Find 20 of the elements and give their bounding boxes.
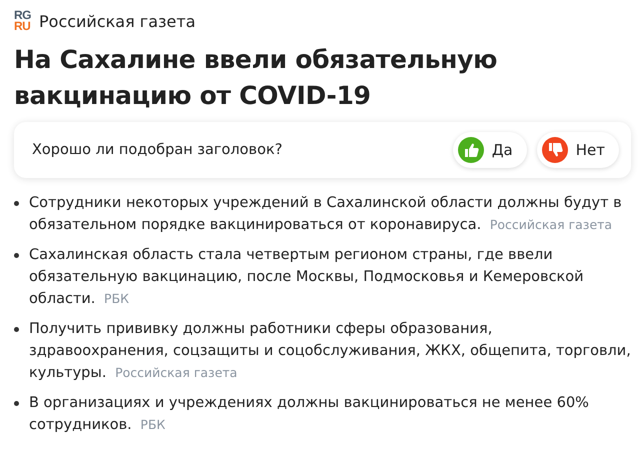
headline: На Сахалине ввели обязательную вакцинацию от COVID-19 bbox=[14, 44, 498, 112]
source-link[interactable]: РБК bbox=[140, 417, 166, 432]
yes-button[interactable]: Да bbox=[452, 132, 527, 168]
summary-text: Получить прививку должны работники сферы образования, здравоохранения, соцзащиты и соцобслуживания, ЖКХ, общепита, торговли, культуры. Российская газета bbox=[29, 320, 631, 383]
feedback-question: Хорошо ли подобран заголовок? bbox=[32, 142, 282, 158]
source-name: Российская газета bbox=[39, 12, 196, 30]
bullet-icon bbox=[14, 401, 19, 406]
source-link[interactable]: РБК bbox=[104, 291, 130, 306]
thumbs-down-icon bbox=[542, 137, 568, 163]
summary-text: В организациях и учреждениях должны вакцинироваться не менее 60% сотрудников. РБК bbox=[29, 394, 590, 435]
bullet-icon bbox=[14, 327, 19, 332]
bullet-icon bbox=[14, 201, 19, 206]
source-link[interactable]: Российская газета bbox=[490, 217, 612, 232]
summary-text: Сахалинская область стала четвертым регионом страны, где ввели обязательную вакцинацию, после Москвы, Подмосковья и Кемеровской области. РБК bbox=[29, 246, 585, 309]
bullet-icon bbox=[14, 253, 19, 258]
source-link[interactable]: Российская газета bbox=[115, 365, 238, 380]
thumbs-up-icon bbox=[458, 137, 484, 163]
logo: RG RU bbox=[14, 10, 31, 32]
summary-text: Сотрудники некоторых учреждений в Сахалинской области должны будут в обязательном порядке вакцинироваться от коронавируса. Российская газета bbox=[29, 194, 623, 235]
no-button[interactable]: Нет bbox=[536, 132, 619, 168]
